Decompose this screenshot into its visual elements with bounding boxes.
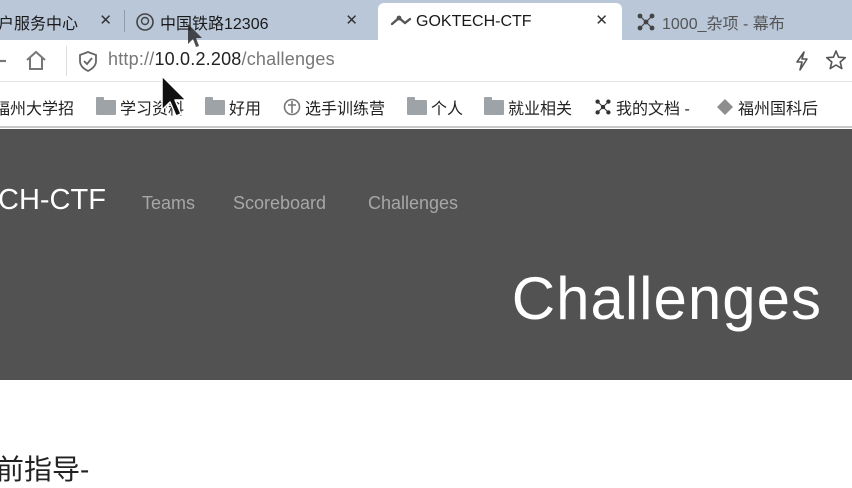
address-bar: http://10.0.2.208/challenges [0,40,852,82]
tab-separator [124,10,125,32]
nav-scoreboard[interactable]: Scoreboard [233,193,326,214]
bookmark-label: 好用 [229,101,262,118]
home-icon[interactable] [24,48,48,72]
close-icon[interactable]: ✕ [345,13,358,28]
lightning-icon[interactable] [794,50,810,72]
page-title: Challenges [511,265,822,332]
tab-12306[interactable]: 中国铁路12306 ✕ [136,3,368,40]
bookmark-item[interactable]: 福州大学招 [0,95,74,119]
close-icon[interactable]: ✕ [99,13,112,28]
tab-title: GOKTECH-CTF [416,12,532,30]
tab-service-center[interactable]: 户服务中心 ✕ [0,3,122,40]
bookmark-item[interactable]: 福州国科后 [716,95,818,119]
bookmark-item[interactable]: 我的文档 - [594,95,690,119]
address-divider [66,46,67,76]
github-icon [136,12,154,31]
mubu-icon [637,13,655,30]
bookmark-item[interactable]: 个人 [407,95,463,119]
site-brand[interactable]: CH-CTF [0,184,106,217]
shield-icon [79,51,97,72]
folder-icon [96,96,116,115]
section-heading: 前指导- [0,454,90,485]
bookmarks-bar: 福州大学招 学习资料 好用 选手训练营 个人 就业相关 我的文档 - 福州国科后 [0,82,852,128]
tab-goktech-ctf[interactable]: GOKTECH-CTF ✕ [378,3,622,40]
site-icon [717,99,733,115]
bookmark-item[interactable]: 好用 [205,95,261,119]
nav-challenges[interactable]: Challenges [368,193,458,214]
bookmark-label: 福州国科后 [738,101,819,118]
url-host: 10.0.2.208 [154,49,242,69]
cursor-ghost-icon [188,24,202,47]
bookmark-label: 就业相关 [508,101,573,118]
bookmark-item[interactable]: 就业相关 [484,95,572,119]
bookmark-label: 个人 [431,101,464,118]
url-protocol: http:// [108,49,155,69]
bookmark-item[interactable]: 选手训练营 [283,95,385,119]
tab-mubu[interactable]: 1000_杂项 - 幕布 [632,3,852,40]
back-arrow-icon[interactable] [0,50,12,72]
site-header: CH-CTF Teams Scoreboard Challenges Chall… [0,129,852,380]
nav-teams[interactable]: Teams [142,193,195,214]
star-icon[interactable] [825,49,847,71]
tab-title: 户服务中心 [0,15,79,33]
close-icon[interactable]: ✕ [595,13,608,28]
cursor-icon [161,75,187,117]
address-input[interactable]: http://10.0.2.208/challenges [108,49,335,70]
tab-strip: 户服务中心 ✕ 中国铁路12306 ✕ GOKTECH-CTF ✕ 1000_杂… [0,0,852,40]
bookmark-label: 选手训练营 [305,101,386,118]
tab-title: 1000_杂项 - 幕布 [662,15,785,33]
folder-icon [484,96,504,115]
bookmark-label: 福州大学招 [0,101,75,118]
tab-title: 中国铁路12306 [160,15,269,33]
mubu-icon [595,99,611,115]
folder-icon [407,96,427,115]
url-path: /challenges [241,49,335,69]
bookmark-label: 我的文档 - [616,101,690,118]
folder-icon [205,96,225,115]
site-icon [283,98,301,116]
puzzle-icon [390,15,412,25]
